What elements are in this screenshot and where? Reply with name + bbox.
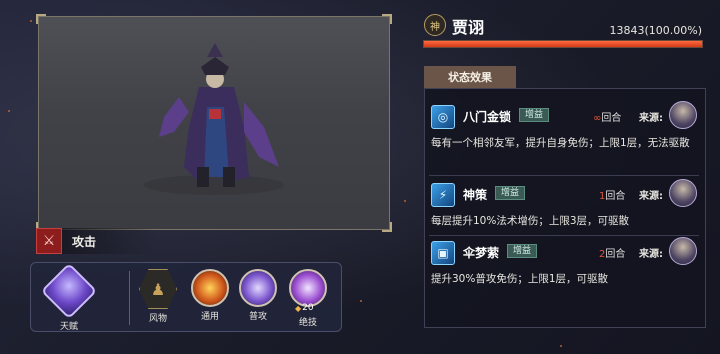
effect-rounds: 2回合 bbox=[599, 249, 626, 260]
rank-badge: 神 bbox=[424, 14, 446, 36]
divider bbox=[429, 175, 699, 176]
ember bbox=[404, 200, 406, 202]
buff-tag: 增益 bbox=[507, 244, 538, 258]
energy-value: 20 bbox=[302, 303, 314, 313]
buff-tag: 增益 bbox=[495, 186, 526, 200]
hp-bar bbox=[423, 40, 703, 48]
source-avatar[interactable] bbox=[669, 237, 697, 265]
lock-ring-icon: ◎ bbox=[431, 105, 455, 129]
tongyong-label: 通用 bbox=[200, 312, 219, 322]
hero-header: 神 贾诩 13843(100.00%) bbox=[424, 12, 706, 38]
tab-status-effects[interactable]: 状态效果 bbox=[424, 66, 516, 88]
status-panel: ◎ 八门金锁 增益 ∞回合 来源: 每有一个相邻友军，提升自身免伤；上限1层，无… bbox=[424, 88, 706, 328]
buff-tag: 增益 bbox=[519, 108, 550, 122]
pugong-label: 普攻 bbox=[248, 312, 267, 322]
talent-label: 天赋 bbox=[59, 322, 78, 332]
effect-description: 每层提升10%法术增伤；上限3层，可驱散 bbox=[431, 215, 630, 227]
hp-fill bbox=[424, 41, 702, 47]
source-label: 来源: bbox=[639, 191, 663, 202]
relic-icon: ♟ bbox=[139, 269, 177, 309]
effect-description: 每有一个相邻友军，提升自身免伤；上限1层，无法驱散 bbox=[431, 137, 690, 149]
effect-rounds: 1回合 bbox=[599, 191, 626, 202]
sword-icon: ⚔ bbox=[36, 228, 62, 254]
jueji-skill[interactable]: ◆ 20 绝技 bbox=[283, 269, 333, 328]
hero-portrait bbox=[36, 14, 392, 232]
hero-figure bbox=[144, 43, 284, 195]
spark-icon bbox=[239, 269, 277, 307]
cube-icon: ▣ bbox=[431, 241, 455, 265]
attack-label: 攻击 bbox=[72, 234, 97, 249]
pugong-skill[interactable]: 普攻 bbox=[235, 269, 281, 322]
talent-skill[interactable]: 天赋 bbox=[40, 262, 98, 332]
divider bbox=[429, 235, 699, 236]
talent-icon bbox=[40, 262, 98, 320]
ember bbox=[360, 300, 362, 302]
effect-name: 伞梦萦 bbox=[463, 246, 500, 260]
skill-bar: 天赋 ♟ 风物 通用 普攻 ◆ 20 绝技 bbox=[30, 262, 342, 332]
ember bbox=[560, 345, 562, 347]
effect-name: 神策 bbox=[463, 188, 488, 202]
ember bbox=[8, 110, 10, 112]
jueji-label: 绝技 bbox=[298, 318, 317, 328]
effect-description: 提升30%普攻免伤；上限1层，可驱散 bbox=[431, 273, 609, 285]
fist-icon bbox=[191, 269, 229, 307]
hero-name: 贾诩 bbox=[452, 18, 485, 37]
dragon-icon bbox=[289, 269, 327, 307]
attack-type: ⚔ 攻击 bbox=[36, 228, 156, 254]
effect-name: 八门金锁 bbox=[463, 110, 512, 124]
fengwu-label: 风物 bbox=[148, 314, 167, 324]
effect-rounds: ∞回合 bbox=[593, 113, 622, 124]
ember bbox=[30, 20, 32, 22]
source-avatar[interactable] bbox=[669, 101, 697, 129]
source-label: 来源: bbox=[639, 249, 663, 260]
source-label: 来源: bbox=[639, 113, 663, 124]
source-avatar[interactable] bbox=[669, 179, 697, 207]
energy-cost: ◆ 20 bbox=[295, 303, 314, 313]
hp-text: 13843(100.00%) bbox=[609, 24, 702, 37]
divider bbox=[129, 271, 130, 325]
energy-gem-icon: ◆ bbox=[295, 303, 302, 313]
tongyong-skill[interactable]: 通用 bbox=[187, 269, 233, 322]
lightning-icon: ⚡ bbox=[431, 183, 455, 207]
fengwu-skill[interactable]: ♟ 风物 bbox=[133, 269, 183, 324]
